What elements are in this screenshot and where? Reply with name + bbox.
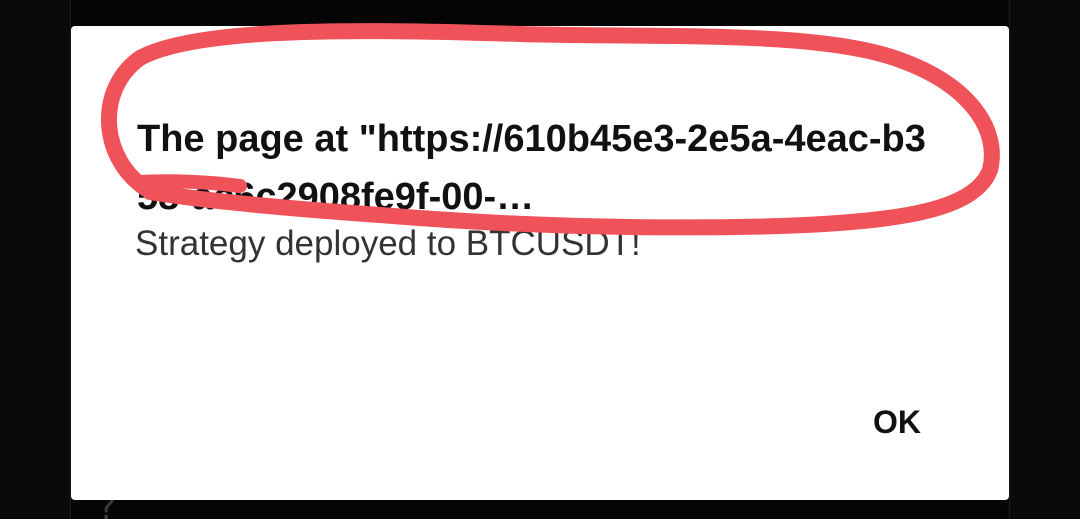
background-left-panel xyxy=(0,0,70,519)
background-right-panel xyxy=(1008,0,1080,519)
background-divider xyxy=(1009,0,1010,519)
screen: ? The page at "https://610b45e3-2e5a-4ea… xyxy=(0,0,1080,519)
ok-button[interactable]: OK xyxy=(847,394,947,450)
dialog-message: Strategy deployed to BTCUSDT! xyxy=(135,224,641,263)
dialog-title: The page at "https://610b45e3-2e5a-4eac-… xyxy=(137,118,926,218)
alert-dialog: The page at "https://610b45e3-2e5a-4eac-… xyxy=(71,26,1009,500)
